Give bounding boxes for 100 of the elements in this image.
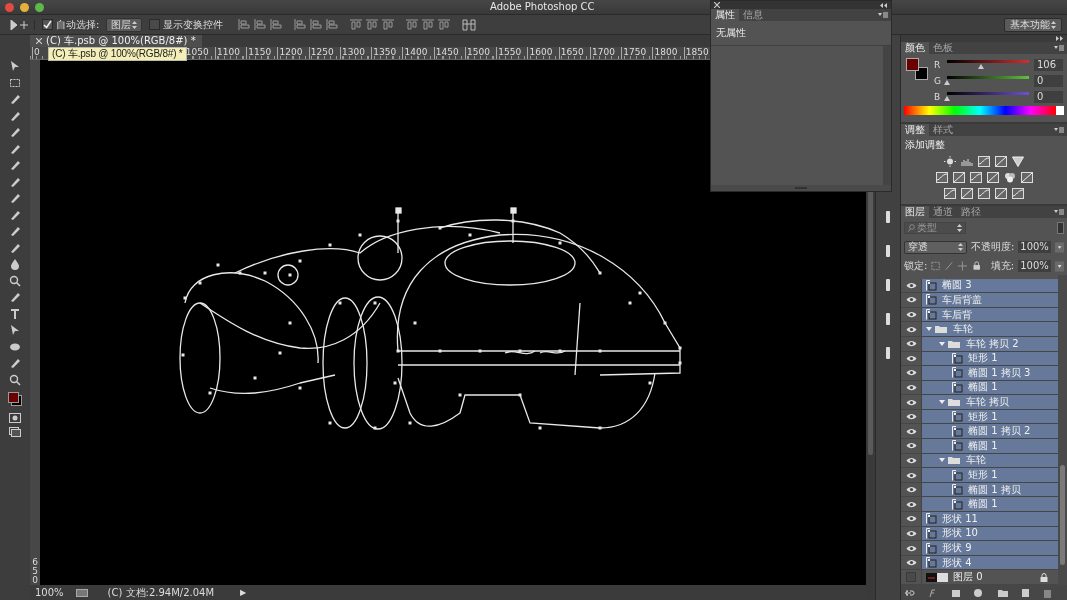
magnifier-icon[interactable]	[9, 274, 21, 287]
channel-value-field[interactable]: 0	[1034, 90, 1063, 103]
shape-thumbnail-icon	[926, 279, 937, 291]
panel-tab[interactable]: 颜色	[901, 42, 929, 54]
align-icon[interactable]	[254, 19, 267, 30]
panel-tab[interactable]: 属性	[711, 9, 739, 21]
panel-tab[interactable]: 图层	[901, 206, 929, 218]
checkbox[interactable]	[42, 19, 53, 30]
type-icon[interactable]	[9, 307, 21, 320]
zoom-level[interactable]: 100%	[35, 587, 64, 598]
close-icon[interactable]	[36, 38, 42, 44]
minimize-window-button[interactable]	[20, 2, 29, 12]
align-icon[interactable]	[350, 19, 363, 30]
bars-icon[interactable]	[961, 156, 973, 167]
layer-row[interactable]: 椭圆 1 拷贝 2	[922, 424, 1058, 439]
panel-menu-icon[interactable]	[1054, 45, 1064, 51]
layer-row[interactable]: 矩形 1	[922, 468, 1058, 482]
align-icon[interactable]	[422, 19, 435, 30]
zoom-icon[interactable]	[9, 373, 21, 386]
shape-thumbnail-icon	[952, 469, 963, 481]
align-icon[interactable]	[438, 19, 451, 30]
close-icon[interactable]	[714, 2, 720, 8]
color-swatches-icon[interactable]	[8, 392, 22, 406]
ruler-label: 1400	[402, 47, 434, 59]
fill-dropdown-button[interactable]	[1054, 260, 1064, 272]
circles-icon[interactable]	[1003, 172, 1016, 183]
filter-toggle[interactable]	[1057, 222, 1064, 234]
slider-thumb[interactable]	[978, 64, 985, 69]
shape-thumbnail-icon	[952, 411, 963, 423]
panel-icon[interactable]	[884, 312, 892, 326]
arrow-icon[interactable]	[9, 60, 21, 72]
curve-icon[interactable]	[978, 156, 990, 167]
screen-mode-icon[interactable]	[9, 427, 21, 437]
layer-filter-dropdown[interactable]: 类型	[904, 222, 966, 234]
diagonal-square-icon[interactable]	[995, 156, 1007, 167]
sun-icon[interactable]	[944, 156, 956, 167]
panel-menu-icon[interactable]	[1054, 209, 1064, 215]
ruler-label: 1600	[527, 47, 559, 59]
panel-icon[interactable]	[884, 244, 892, 258]
fill-field[interactable]: 100%	[1018, 260, 1051, 272]
panel-icon[interactable]	[884, 278, 892, 292]
layer-row[interactable]: 形状 11	[922, 512, 1058, 526]
color-spectrum-bar[interactable]	[904, 106, 1064, 115]
color-slider[interactable]	[947, 60, 1029, 69]
droplet-icon[interactable]	[9, 258, 21, 270]
opacity-dropdown-button[interactable]	[1054, 241, 1064, 253]
layer-row[interactable]: 椭圆 1	[922, 497, 1058, 512]
layer-target-dropdown[interactable]: 图层	[106, 17, 143, 32]
blend-mode-dropdown[interactable]: 穿透	[904, 240, 967, 254]
layer-row[interactable]: 椭圆 3	[922, 278, 1058, 293]
workspace-dropdown[interactable]: 基本功能	[1004, 17, 1062, 32]
panel-menu-icon[interactable]	[1054, 127, 1064, 133]
diagonal-square-icon[interactable]	[944, 188, 956, 199]
align-icon[interactable]	[406, 19, 419, 30]
preview-icon[interactable]	[75, 588, 88, 597]
close-window-button[interactable]	[5, 2, 14, 12]
up-down-arrows-icon	[132, 20, 138, 29]
align-icon[interactable]	[294, 19, 307, 30]
ruler-label: 1650	[558, 47, 590, 59]
auto-align-icon[interactable]	[462, 18, 477, 31]
align-icon[interactable]	[310, 19, 323, 30]
folder-icon[interactable]	[939, 456, 961, 465]
mask-icon[interactable]	[9, 412, 21, 423]
panel-icon[interactable]	[884, 210, 892, 224]
lock-label: 锁定:	[904, 259, 928, 273]
color-swatches-icon[interactable]	[906, 58, 928, 80]
folder-icon[interactable]	[939, 339, 961, 348]
align-icon[interactable]	[366, 19, 379, 30]
slider-thumb[interactable]	[944, 96, 950, 101]
triangle-icon[interactable]	[1012, 156, 1024, 167]
layer-row[interactable]: 车轮	[922, 322, 1058, 336]
align-icon[interactable]	[270, 19, 283, 30]
shape-thumbnail-icon	[952, 484, 963, 496]
layer-row[interactable]: 车轮 拷贝	[922, 395, 1058, 409]
channel-value-field[interactable]: 106	[1034, 58, 1063, 71]
layer-row[interactable]: 椭圆 1 拷贝 3	[922, 366, 1058, 380]
tool-preset-picker[interactable]	[10, 19, 35, 30]
layer-row[interactable]: 形状 9	[922, 541, 1058, 555]
dashed-square-icon[interactable]	[9, 76, 21, 89]
align-icon[interactable]	[238, 19, 251, 30]
color-slider[interactable]	[947, 76, 1029, 85]
color-slider[interactable]	[947, 92, 1029, 101]
status-menu-button[interactable]: ▶	[240, 588, 247, 597]
layers-scrollbar[interactable]	[1058, 275, 1067, 585]
align-icon[interactable]	[382, 19, 395, 30]
opacity-field[interactable]: 100%	[1018, 241, 1051, 253]
zoom-window-button[interactable]	[35, 2, 44, 12]
channel-value-field[interactable]: 0	[1034, 74, 1063, 87]
panel-menu-icon[interactable]	[878, 12, 888, 18]
layer-row[interactable]: 椭圆 1	[922, 439, 1058, 453]
align-icon[interactable]	[326, 19, 339, 30]
panel-scrollbar[interactable]	[883, 46, 891, 185]
checkbox[interactable]	[149, 19, 161, 30]
arrow-icon[interactable]	[9, 324, 21, 336]
panel-icon[interactable]	[884, 346, 892, 360]
layer-row[interactable]: 车后背盖	[922, 293, 1058, 307]
folder-icon[interactable]	[926, 325, 948, 334]
panel-tab[interactable]: 调整	[901, 124, 929, 136]
slider-thumb[interactable]	[944, 80, 950, 85]
folder-icon[interactable]	[939, 398, 961, 407]
